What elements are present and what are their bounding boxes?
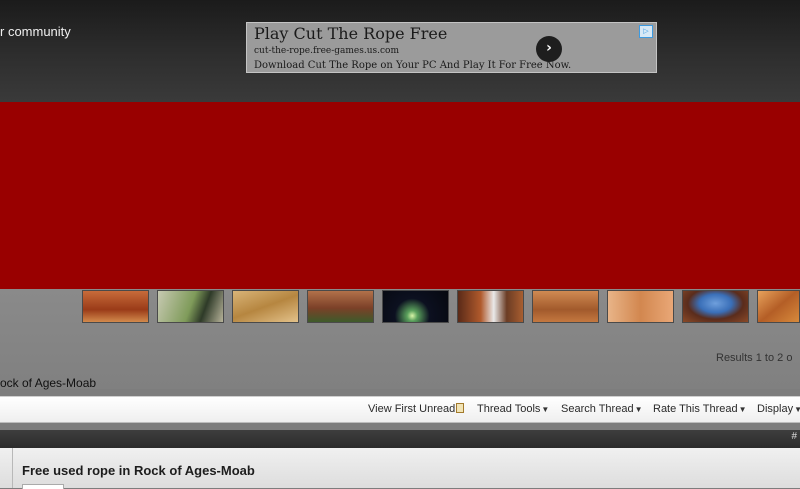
- ad-description: Download Cut The Rope on Your PC And Pla…: [254, 60, 572, 71]
- canyon-wall-thumbnail[interactable]: [607, 290, 674, 323]
- thumbnail-strip: [0, 289, 800, 389]
- view-first-unread-link[interactable]: View First Unread: [368, 403, 465, 415]
- rate-thread-label: Rate This Thread: [653, 403, 738, 415]
- waterfall-thumbnail[interactable]: [457, 290, 524, 323]
- breadcrumb[interactable]: ock of Ages-Moab: [0, 376, 96, 390]
- search-thread-label: Search Thread: [561, 403, 634, 415]
- display-label: Display: [757, 403, 794, 415]
- chevron-down-icon: ▼: [634, 405, 643, 414]
- orange-rocks-thumbnail[interactable]: [757, 290, 800, 323]
- cliff-dwelling-thumbnail[interactable]: [532, 290, 599, 323]
- sandstone-thumbnail[interactable]: [232, 290, 299, 323]
- chevron-down-icon: ▼: [738, 405, 747, 414]
- post-divider: [12, 448, 13, 488]
- search-thread-menu[interactable]: Search Thread▼: [561, 403, 643, 415]
- thread-tools-label: Thread Tools: [477, 403, 541, 415]
- rate-thread-menu[interactable]: Rate This Thread▼: [653, 403, 747, 415]
- view-first-unread-label: View First Unread: [368, 403, 456, 415]
- thread-toolbar: View First Unread Thread Tools▼ Search T…: [0, 396, 800, 423]
- ad-title[interactable]: Play Cut The Rope Free: [254, 24, 447, 43]
- display-menu[interactable]: Display▼: [757, 403, 800, 415]
- new-post-icon: [456, 403, 465, 413]
- site-header: r community Play Cut The Rope Free cut-t…: [0, 0, 800, 102]
- post-title: Free used rope in Rock of Ages-Moab: [22, 463, 255, 478]
- ad-banner[interactable]: Play Cut The Rope Free cut-the-rope.free…: [246, 22, 657, 73]
- thread-tools-menu[interactable]: Thread Tools▼: [477, 403, 549, 415]
- ad-url[interactable]: cut-the-rope.free-games.us.com: [254, 46, 399, 56]
- results-count: Results 1 to 2 o: [716, 352, 793, 364]
- ad-go-arrow-icon[interactable]: ›: [536, 36, 562, 62]
- red-banner: [0, 102, 800, 289]
- post-avatar-box: [22, 484, 64, 489]
- red-canyon-thumbnail[interactable]: [82, 290, 149, 323]
- desert-bush-thumbnail[interactable]: [157, 290, 224, 323]
- arch-sky-thumbnail[interactable]: [682, 290, 749, 323]
- post-permalink[interactable]: #: [791, 431, 797, 442]
- adchoices-icon[interactable]: ▷: [639, 25, 653, 38]
- night-tent-thumbnail[interactable]: [382, 290, 449, 323]
- ruins-thumbnail[interactable]: [307, 290, 374, 323]
- post-header-bar: #: [0, 430, 800, 448]
- site-tagline: r community: [0, 24, 71, 39]
- chevron-down-icon: ▼: [794, 405, 800, 414]
- post-container: Free used rope in Rock of Ages-Moab: [0, 448, 800, 489]
- chevron-down-icon: ▼: [541, 405, 550, 414]
